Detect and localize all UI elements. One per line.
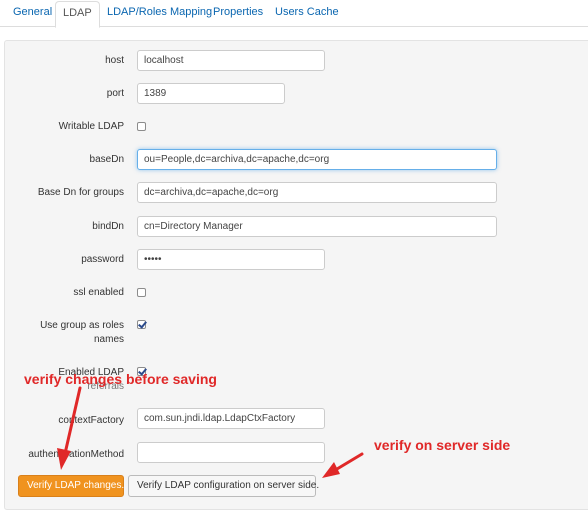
annotation-arrows bbox=[57, 386, 364, 478]
annotation-verify-server-side: verify on server side bbox=[374, 437, 511, 453]
arrowhead-verify-changes-icon bbox=[57, 448, 71, 470]
arrowhead-verify-server-icon bbox=[322, 462, 340, 478]
annotation-verify-before-saving: verify changes before saving bbox=[24, 371, 217, 387]
arrow-to-verify-changes-icon bbox=[62, 386, 82, 460]
